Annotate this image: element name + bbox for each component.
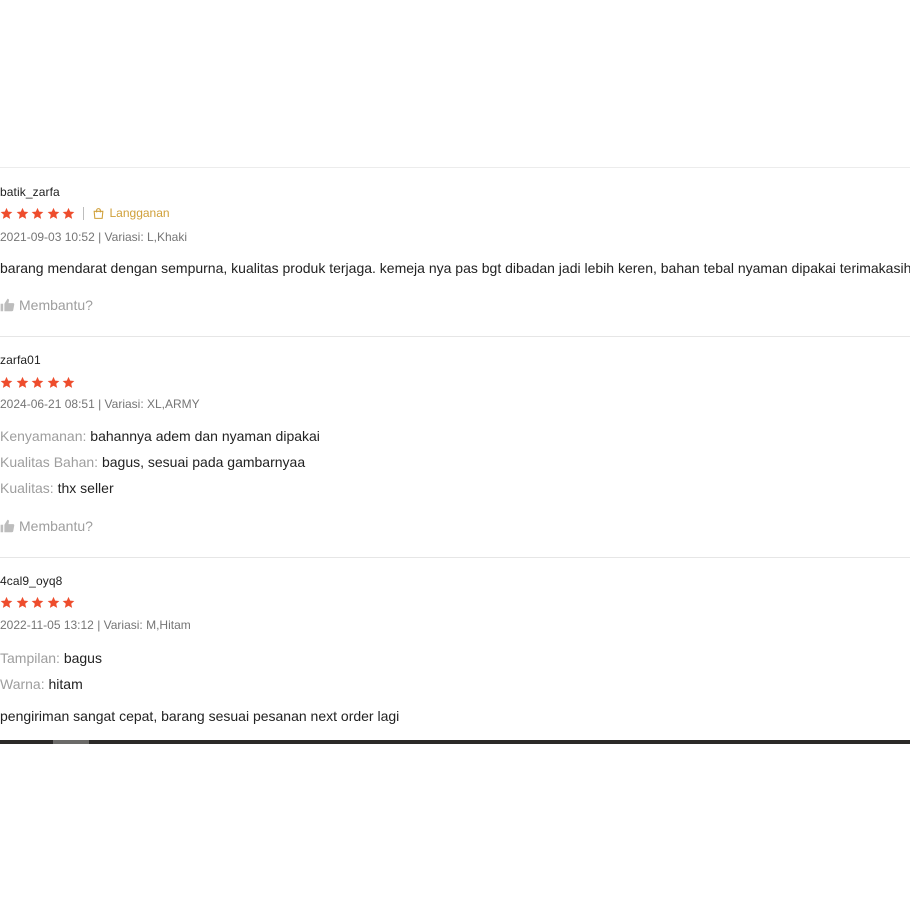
helpful-button[interactable]: Membantu?	[0, 518, 93, 534]
review-meta: 2022-11-05 13:12 | Variasi: M,Hitam	[0, 618, 191, 632]
attribute-value: hitam	[48, 676, 83, 692]
review-attribute: Kualitas Bahan: bagus, sesuai pada gamba…	[0, 454, 305, 470]
scrollbar-thumb[interactable]	[53, 740, 89, 744]
review-item: 4cal9_oyq8 2022-11-05 13:12 | Variasi: M…	[0, 558, 910, 738]
review-attribute: Kualitas: thx seller	[0, 480, 114, 496]
attribute-value: bagus, sesuai pada gambarnyaa	[101, 454, 306, 470]
attribute-value: bahannya adem dan nyaman dipakai	[90, 428, 320, 444]
review-comment: pengiriman sangat cepat, barang sesuai p…	[0, 708, 400, 724]
star-icon	[0, 376, 13, 389]
reviewer-username: batik_zarfa	[0, 185, 60, 199]
star-icon	[16, 207, 29, 220]
thumbs-up-icon	[0, 519, 15, 533]
star-icon	[62, 376, 75, 389]
helpful-label: Membantu?	[19, 297, 93, 313]
helpful-button[interactable]: Membantu?	[0, 297, 93, 313]
helpful-label: Membantu?	[19, 518, 93, 534]
attribute-value: bagus	[63, 650, 102, 666]
reviewer-username: 4cal9_oyq8	[0, 574, 63, 588]
review-item: batik_zarfa Langganan 2021-09-03 10:52 |…	[0, 168, 910, 337]
review-meta: 2024-06-21 08:51 | Variasi: XL,ARMY	[0, 397, 200, 411]
star-icon	[0, 207, 13, 220]
review-attribute: Kenyamanan: bahannya adem dan nyaman dip…	[0, 428, 320, 444]
attribute-value: thx seller	[57, 480, 114, 496]
star-icon	[31, 596, 44, 609]
star-icon	[47, 207, 60, 220]
rating-stars: Langganan	[0, 205, 170, 221]
shopping-bag-icon	[92, 207, 105, 220]
star-icon	[47, 596, 60, 609]
star-icon	[31, 207, 44, 220]
thumbs-up-icon	[0, 298, 15, 312]
subscriber-badge: Langganan	[92, 206, 170, 220]
rating-stars	[0, 374, 78, 390]
reviewer-username: zarfa01	[0, 353, 41, 367]
attribute-key: Kualitas Bahan:	[0, 454, 99, 470]
star-icon	[16, 596, 29, 609]
star-icon	[62, 596, 75, 609]
separator	[82, 206, 84, 220]
attribute-key: Kenyamanan:	[0, 428, 87, 444]
attribute-key: Tampilan:	[0, 650, 60, 666]
badge-label: Langganan	[109, 206, 170, 220]
star-icon	[0, 596, 13, 609]
star-icon	[47, 376, 60, 389]
review-meta: 2021-09-03 10:52 | Variasi: L,Khaki	[0, 230, 188, 244]
star-icon	[31, 376, 44, 389]
review-comment: barang mendarat dengan sempurna, kualita…	[0, 260, 910, 276]
review-attribute: Warna: hitam	[0, 676, 83, 692]
attribute-key: Warna:	[0, 676, 45, 692]
review-item: zarfa01 2024-06-21 08:51 | Variasi: XL,A…	[0, 337, 910, 558]
star-icon	[62, 207, 75, 220]
star-icon	[16, 376, 29, 389]
review-attribute: Tampilan: bagus	[0, 650, 102, 666]
attribute-key: Kualitas:	[0, 480, 54, 496]
review-list-page: batik_zarfa Langganan 2021-09-03 10:52 |…	[0, 0, 910, 910]
horizontal-scrollbar[interactable]	[0, 740, 910, 744]
rating-stars	[0, 594, 78, 610]
